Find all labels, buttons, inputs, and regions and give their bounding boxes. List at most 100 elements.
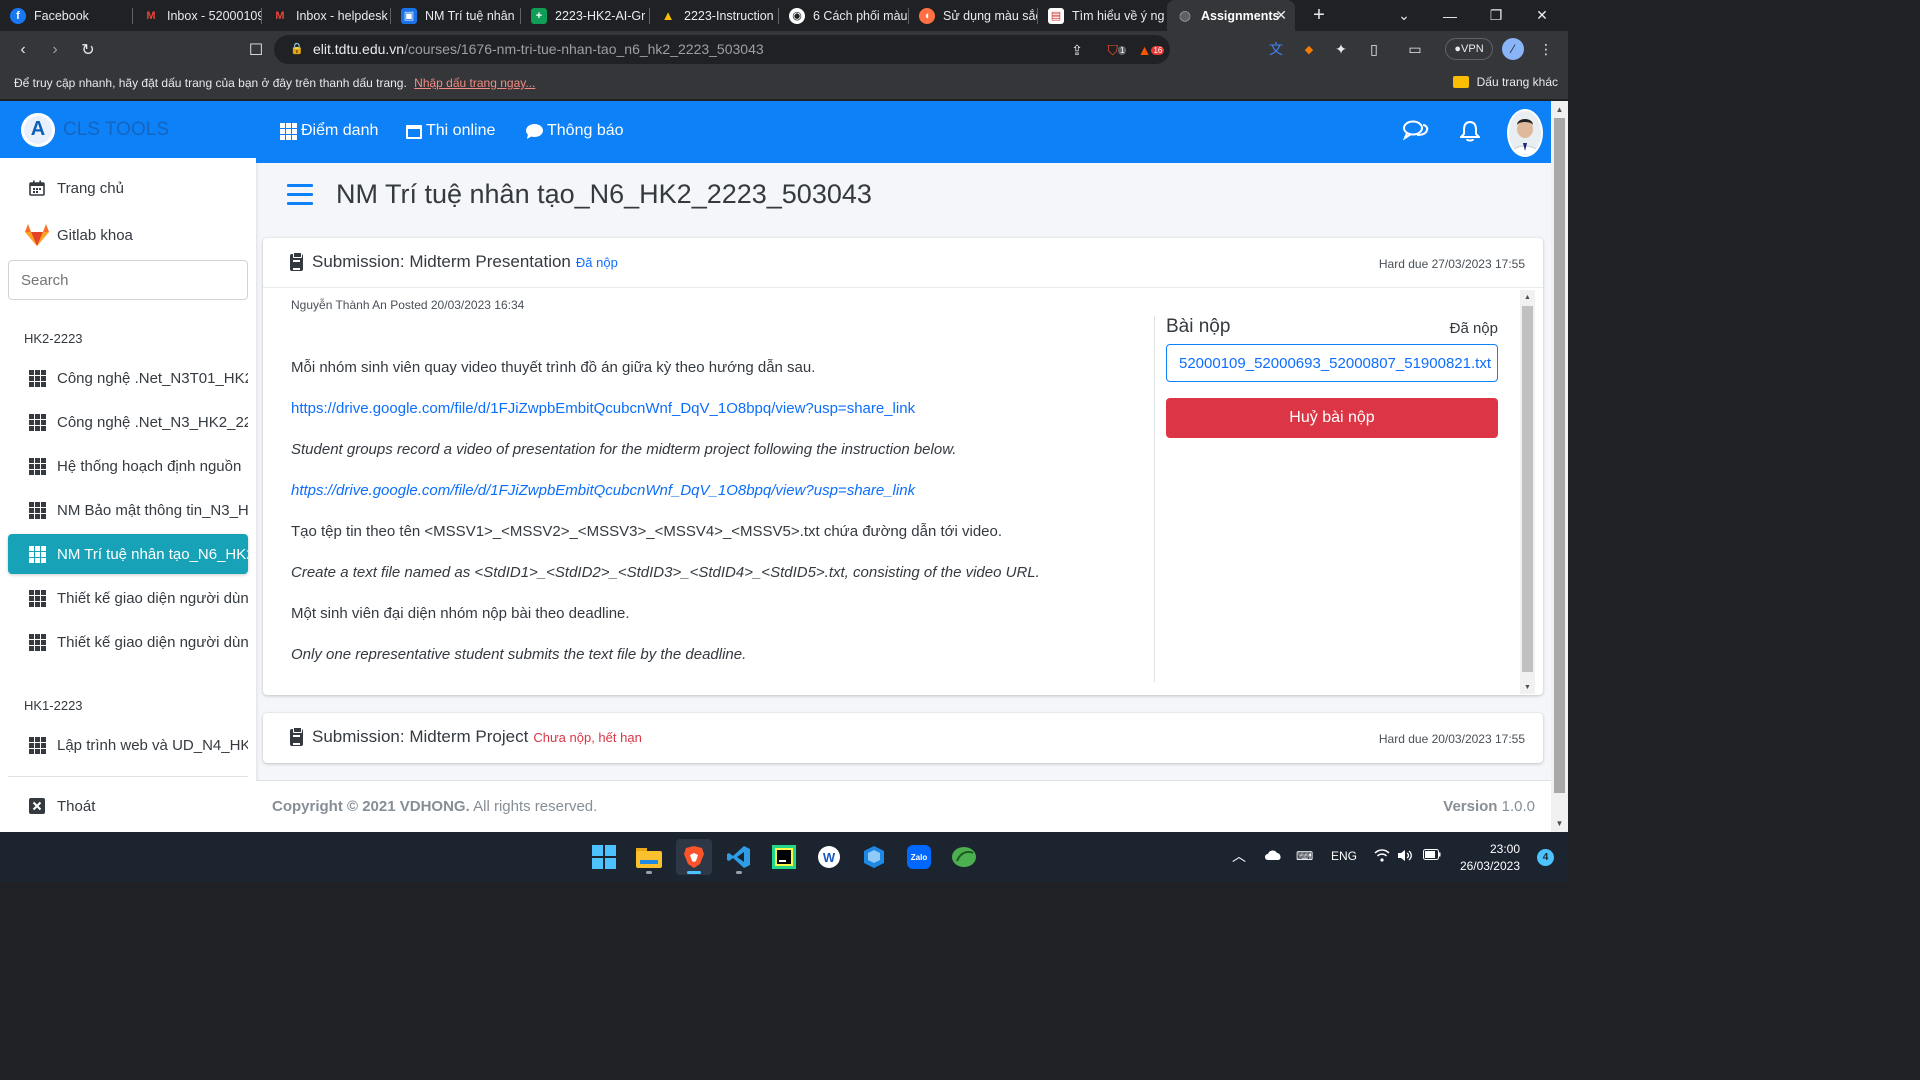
drive-link[interactable]: https://drive.google.com/file/d/1FJiZwpb… bbox=[291, 482, 915, 499]
sidebar-course-item[interactable]: Thiết kế giao diện người dùng bbox=[8, 622, 248, 662]
battery-icon[interactable] bbox=[1423, 849, 1441, 863]
panel-divider bbox=[1154, 316, 1155, 682]
menu-icon[interactable]: ⋮ bbox=[1535, 38, 1557, 60]
tab-idea-article[interactable]: ▤ Tìm hiểu về ý ng bbox=[1038, 0, 1167, 31]
file-explorer-icon[interactable] bbox=[631, 839, 667, 875]
comment-icon bbox=[526, 123, 543, 139]
translate-icon[interactable]: 文 bbox=[1265, 38, 1287, 60]
back-button[interactable]: ‹ bbox=[11, 38, 35, 62]
sidebar-course-item[interactable]: Lập trình web và UD_N4_HK1 bbox=[8, 725, 248, 765]
scroll-thumb[interactable] bbox=[1554, 118, 1565, 793]
sidebar-item-gitlab[interactable]: Gitlab khoa bbox=[8, 215, 248, 255]
submission-title[interactable]: Submission: Midterm Presentation Đã nộp bbox=[290, 251, 618, 272]
chat-icon[interactable] bbox=[1402, 120, 1429, 148]
onedrive-icon[interactable] bbox=[1264, 849, 1282, 864]
submission-title[interactable]: Submission: Midterm Project Chưa nộp, hế… bbox=[290, 726, 642, 747]
volume-icon[interactable] bbox=[1397, 849, 1413, 865]
brave-shield-icon[interactable]: ⛉ 1 bbox=[1106, 39, 1128, 61]
sidebar-course-item[interactable]: Công nghệ .Net_N3_HK2_2223 bbox=[8, 402, 248, 442]
virtualbox-icon[interactable] bbox=[856, 839, 892, 875]
tab-assignments[interactable]: ◍ Assignments ✕ bbox=[1167, 0, 1295, 31]
language-indicator[interactable]: ENG bbox=[1331, 849, 1357, 863]
word-online-icon[interactable]: W bbox=[811, 839, 847, 875]
nav-notifications[interactable]: Thông báo bbox=[526, 122, 624, 140]
minimize-button[interactable]: — bbox=[1427, 0, 1473, 31]
cancel-submission-button[interactable]: Huỷ bài nộp bbox=[1166, 398, 1498, 438]
tab-search-chevron-icon[interactable]: ⌄ bbox=[1381, 0, 1427, 31]
bookmark-icon[interactable]: ☐ bbox=[244, 38, 268, 62]
sidebar-course-item[interactable]: NM Bảo mật thông tin_N3_HK2 bbox=[8, 490, 248, 530]
sidebar-course-item[interactable]: Thiết kế giao diện người dùng bbox=[8, 578, 248, 618]
tab-drive[interactable]: ▲ 2223-Instruction bbox=[650, 0, 779, 31]
scroll-down-icon[interactable]: ▼ bbox=[1520, 680, 1535, 694]
zalo-icon[interactable]: Zalo bbox=[901, 839, 937, 875]
top-navbar: Điểm danh Thi online Thông báo bbox=[256, 101, 1551, 163]
reload-button[interactable]: ↻ bbox=[76, 38, 100, 62]
wallet-icon[interactable]: ▭ bbox=[1404, 38, 1426, 60]
pycharm-icon[interactable] bbox=[766, 839, 802, 875]
system-clock[interactable]: 23:00 26/03/2023 bbox=[1460, 841, 1520, 875]
tray-overflow-chevron-icon[interactable]: ︿ bbox=[1232, 846, 1246, 866]
close-box-icon bbox=[28, 798, 46, 814]
hamburger-menu-icon[interactable] bbox=[287, 184, 313, 205]
sidebar-search-input[interactable] bbox=[8, 260, 248, 300]
url-path: /courses/1676-nm-tri-tue-nhan-tao_n6_hk2… bbox=[404, 41, 764, 57]
tab-color-article[interactable]: ◉ 6 Cách phối màu bbox=[779, 0, 909, 31]
sidebar-course-item-active[interactable]: NM Trí tuệ nhân tạo_N6_HK2 bbox=[8, 534, 248, 574]
restore-button[interactable]: ❐ bbox=[1473, 0, 1519, 31]
brave-rewards-icon[interactable]: ▲ 16 bbox=[1138, 39, 1165, 61]
drive-link[interactable]: https://drive.google.com/file/d/1FJiZwpb… bbox=[291, 400, 915, 417]
description-line: Mỗi nhóm sinh viên quay video thuyết trì… bbox=[291, 359, 816, 376]
bookmark-bar: Để truy cập nhanh, hãy đặt dấu trang của… bbox=[0, 68, 1568, 100]
address-bar[interactable]: 🔒 elit.tdtu.edu.vn/courses/1676-nm-tri-t… bbox=[274, 35, 1170, 64]
notification-count-badge[interactable]: 4 bbox=[1537, 849, 1554, 866]
sidebar-course-item[interactable]: Hệ thống hoạch định nguồn bbox=[8, 446, 248, 486]
user-avatar[interactable] bbox=[1507, 109, 1543, 157]
tab-classroom[interactable]: ▣ NM Trí tuệ nhân bbox=[391, 0, 521, 31]
extensions-puzzle-icon[interactable]: ✦ bbox=[1330, 38, 1352, 60]
keyboard-icon[interactable]: ⌨ bbox=[1296, 849, 1313, 863]
sidebar-item-home[interactable]: Trang chủ bbox=[8, 168, 248, 208]
lock-icon: 🔒 bbox=[290, 43, 304, 55]
brand[interactable]: A CLS TOOLS bbox=[0, 101, 256, 158]
profile-icon[interactable]: ⁄ bbox=[1502, 38, 1524, 60]
brave-browser-icon[interactable] bbox=[676, 839, 712, 875]
grid-icon bbox=[28, 413, 46, 431]
tab-gmail-helpdesk[interactable]: M Inbox - helpdesk bbox=[262, 0, 391, 31]
grid-icon bbox=[28, 501, 46, 519]
sidebar-course-item[interactable]: Công nghệ .Net_N3T01_HK2 bbox=[8, 358, 248, 398]
sidebar-item-logout[interactable]: Thoát bbox=[8, 786, 248, 826]
start-button[interactable] bbox=[586, 839, 622, 875]
close-tab-icon[interactable]: ✕ bbox=[1275, 7, 1287, 24]
drive-icon: ▲ bbox=[661, 8, 675, 23]
other-bookmarks[interactable]: Dấu trang khác bbox=[1452, 75, 1558, 89]
snipaste-icon[interactable] bbox=[946, 839, 982, 875]
nav-attendance[interactable]: Điểm danh bbox=[280, 122, 378, 140]
tab-color-usage[interactable]: ◖ Sử dụng màu sắc bbox=[909, 0, 1038, 31]
card-scrollbar[interactable]: ▲ ▼ bbox=[1520, 290, 1535, 694]
vscode-icon[interactable] bbox=[721, 839, 757, 875]
import-bookmarks-link[interactable]: Nhập dấu trang ngay... bbox=[414, 76, 535, 90]
page-scrollbar[interactable]: ▲ ▼ bbox=[1551, 101, 1568, 832]
close-window-button[interactable]: ✕ bbox=[1519, 0, 1565, 31]
tab-facebook[interactable]: f Facebook bbox=[0, 0, 133, 31]
vpn-button[interactable]: ● VPN bbox=[1445, 38, 1493, 60]
submitted-file-link[interactable]: 52000109_52000693_52000807_51900821.txt bbox=[1166, 344, 1498, 382]
scroll-up-icon[interactable]: ▲ bbox=[1520, 290, 1535, 304]
clipboard-icon bbox=[290, 726, 303, 746]
extension-icon[interactable]: ◆ bbox=[1298, 38, 1320, 60]
nav-online-exam[interactable]: Thi online bbox=[406, 122, 495, 140]
scroll-down-icon[interactable]: ▼ bbox=[1551, 815, 1568, 832]
forward-button[interactable]: › bbox=[43, 38, 67, 62]
new-tab-button[interactable]: + bbox=[1296, 0, 1342, 31]
panel-title: Bài nộp bbox=[1166, 316, 1231, 337]
bell-icon[interactable] bbox=[1458, 120, 1482, 148]
scroll-up-icon[interactable]: ▲ bbox=[1551, 101, 1568, 118]
sidebar-icon[interactable]: ▯ bbox=[1363, 38, 1385, 60]
wifi-icon[interactable] bbox=[1374, 849, 1390, 865]
tab-sheets[interactable]: + 2223-HK2-AI-Gr bbox=[521, 0, 650, 31]
share-icon[interactable]: ⇪ bbox=[1066, 39, 1088, 61]
tab-gmail-inbox[interactable]: M Inbox - 52000109 bbox=[133, 0, 262, 31]
scroll-thumb[interactable] bbox=[1522, 306, 1533, 672]
calendar-icon bbox=[28, 180, 46, 196]
